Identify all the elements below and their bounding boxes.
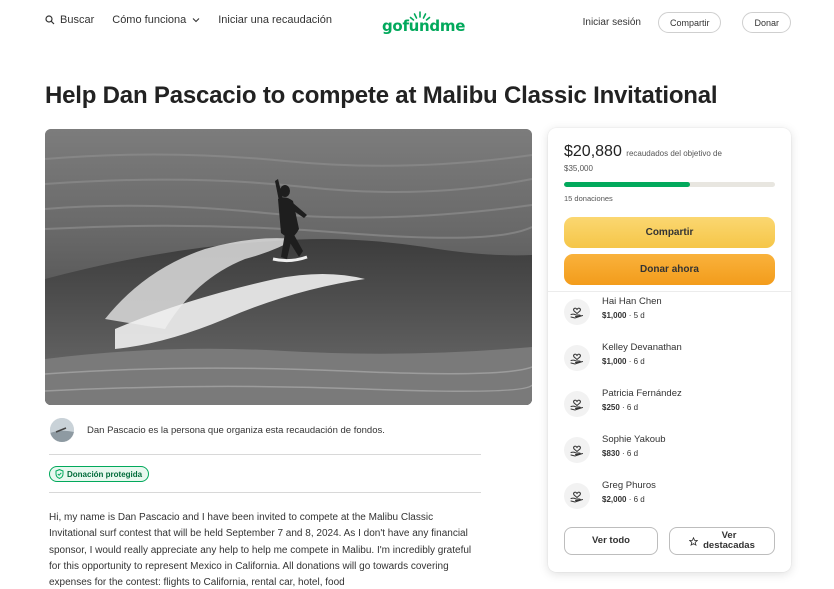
see-top-donations-button[interactable]: Ver destacadas <box>669 527 775 555</box>
donor-name: Kelley Devanathan <box>602 342 682 353</box>
see-top-label-line2: destacadas <box>703 540 755 551</box>
start-fundraiser-link[interactable]: Iniciar una recaudación <box>218 14 332 26</box>
donor-time: · 6 d <box>619 449 639 458</box>
donor-meta: $1,000 · 5 d <box>602 311 662 320</box>
donation-card: $20,880 recaudados del objetivo de $35,0… <box>548 128 791 572</box>
donor-item: Hai Han Chen $1,000 · 5 d <box>564 296 662 325</box>
organizer-text: Dan Pascacio es la persona que organiza … <box>87 424 385 436</box>
top-nav: Buscar Cómo funciona Iniciar una recauda… <box>0 0 834 48</box>
donor-info: Hai Han Chen $1,000 · 5 d <box>602 296 662 320</box>
divider <box>548 291 791 292</box>
donor-amount: $1,000 <box>602 311 627 320</box>
donor-amount: $250 <box>602 403 620 412</box>
progress-fill <box>564 182 690 187</box>
logo-text: gofundme <box>382 17 466 35</box>
donor-meta: $830 · 6 d <box>602 449 666 458</box>
donor-info: Greg Phuros $2,000 · 6 d <box>602 480 656 504</box>
donor-item: Sophie Yakoub $830 · 6 d <box>564 434 666 463</box>
donor-item: Patricia Fernández $250 · 6 d <box>564 388 682 417</box>
donations-count: 15 donaciones <box>564 194 613 203</box>
gofundme-logo[interactable]: gofundme <box>382 8 465 38</box>
header-donate-button[interactable]: Donar <box>742 12 791 33</box>
nav-right: Iniciar sesión Compartir Donar <box>583 12 791 33</box>
donor-name: Hai Han Chen <box>602 296 662 307</box>
heart-hand-icon <box>564 345 590 371</box>
organizer-row: Dan Pascacio es la persona que organiza … <box>50 418 385 442</box>
heart-hand-icon <box>564 391 590 417</box>
donor-amount: $2,000 <box>602 495 627 504</box>
heart-hand-icon <box>564 437 590 463</box>
how-it-works-label: Cómo funciona <box>112 14 187 26</box>
donor-name: Greg Phuros <box>602 480 656 491</box>
raised-summary: $20,880 recaudados del objetivo de <box>564 143 776 161</box>
signin-link[interactable]: Iniciar sesión <box>583 17 641 28</box>
search-icon <box>45 15 55 25</box>
donate-now-button[interactable]: Donar ahora <box>564 254 775 285</box>
heart-hand-icon <box>564 299 590 325</box>
donor-meta: $1,000 · 6 d <box>602 357 682 366</box>
goal-amount: $35,000 <box>564 164 593 173</box>
donor-item: Kelley Devanathan $1,000 · 6 d <box>564 342 682 371</box>
divider <box>49 492 481 493</box>
search-link[interactable]: Buscar <box>45 14 94 26</box>
raised-amount: $20,880 <box>564 143 622 160</box>
donor-time: · 6 d <box>626 357 645 366</box>
heart-hand-icon <box>564 483 590 509</box>
search-label: Buscar <box>60 14 95 26</box>
campaign-story: Hi, my name is Dan Pascacio and I have b… <box>49 512 472 589</box>
header-share-button[interactable]: Compartir <box>657 12 722 33</box>
start-fundraiser-label: Iniciar una recaudación <box>218 14 332 26</box>
divider <box>49 454 481 455</box>
donor-time: · 5 d <box>626 311 645 320</box>
progress-bar <box>564 182 775 187</box>
chevron-down-icon <box>192 18 200 23</box>
shield-check-icon <box>55 469 64 479</box>
see-all-label: Ver todo <box>591 535 630 546</box>
nav-left: Buscar Cómo funciona Iniciar una recauda… <box>45 14 350 26</box>
donor-info: Sophie Yakoub $830 · 6 d <box>602 434 666 458</box>
see-all-button[interactable]: Ver todo <box>564 527 658 555</box>
share-button[interactable]: Compartir <box>564 217 775 248</box>
donor-name: Sophie Yakoub <box>602 434 666 445</box>
donor-item: Greg Phuros $2,000 · 6 d <box>564 480 656 509</box>
see-top-label: Ver destacadas <box>703 531 755 551</box>
donor-amount: $830 <box>602 449 620 458</box>
how-it-works-menu[interactable]: Cómo funciona <box>112 14 200 26</box>
donor-name: Patricia Fernández <box>602 388 682 399</box>
donor-amount: $1,000 <box>602 357 627 366</box>
surfer-photo-image <box>45 129 532 405</box>
campaign-photo[interactable] <box>45 129 532 405</box>
donor-info: Kelley Devanathan $1,000 · 6 d <box>602 342 682 366</box>
organizer-avatar[interactable] <box>50 418 74 442</box>
donor-meta: $250 · 6 d <box>602 403 682 412</box>
protected-donation-badge[interactable]: Donación protegida <box>49 466 150 482</box>
donor-info: Patricia Fernández $250 · 6 d <box>602 388 682 412</box>
donor-time: · 6 d <box>626 495 645 504</box>
star-icon <box>689 536 699 546</box>
raised-text: recaudados del objetivo de <box>626 149 722 158</box>
page-title: Help Dan Pascacio to compete at Malibu C… <box>45 82 718 109</box>
donor-meta: $2,000 · 6 d <box>602 495 656 504</box>
protected-donation-label: Donación protegida <box>67 469 143 479</box>
donor-time: · 6 d <box>619 403 639 412</box>
